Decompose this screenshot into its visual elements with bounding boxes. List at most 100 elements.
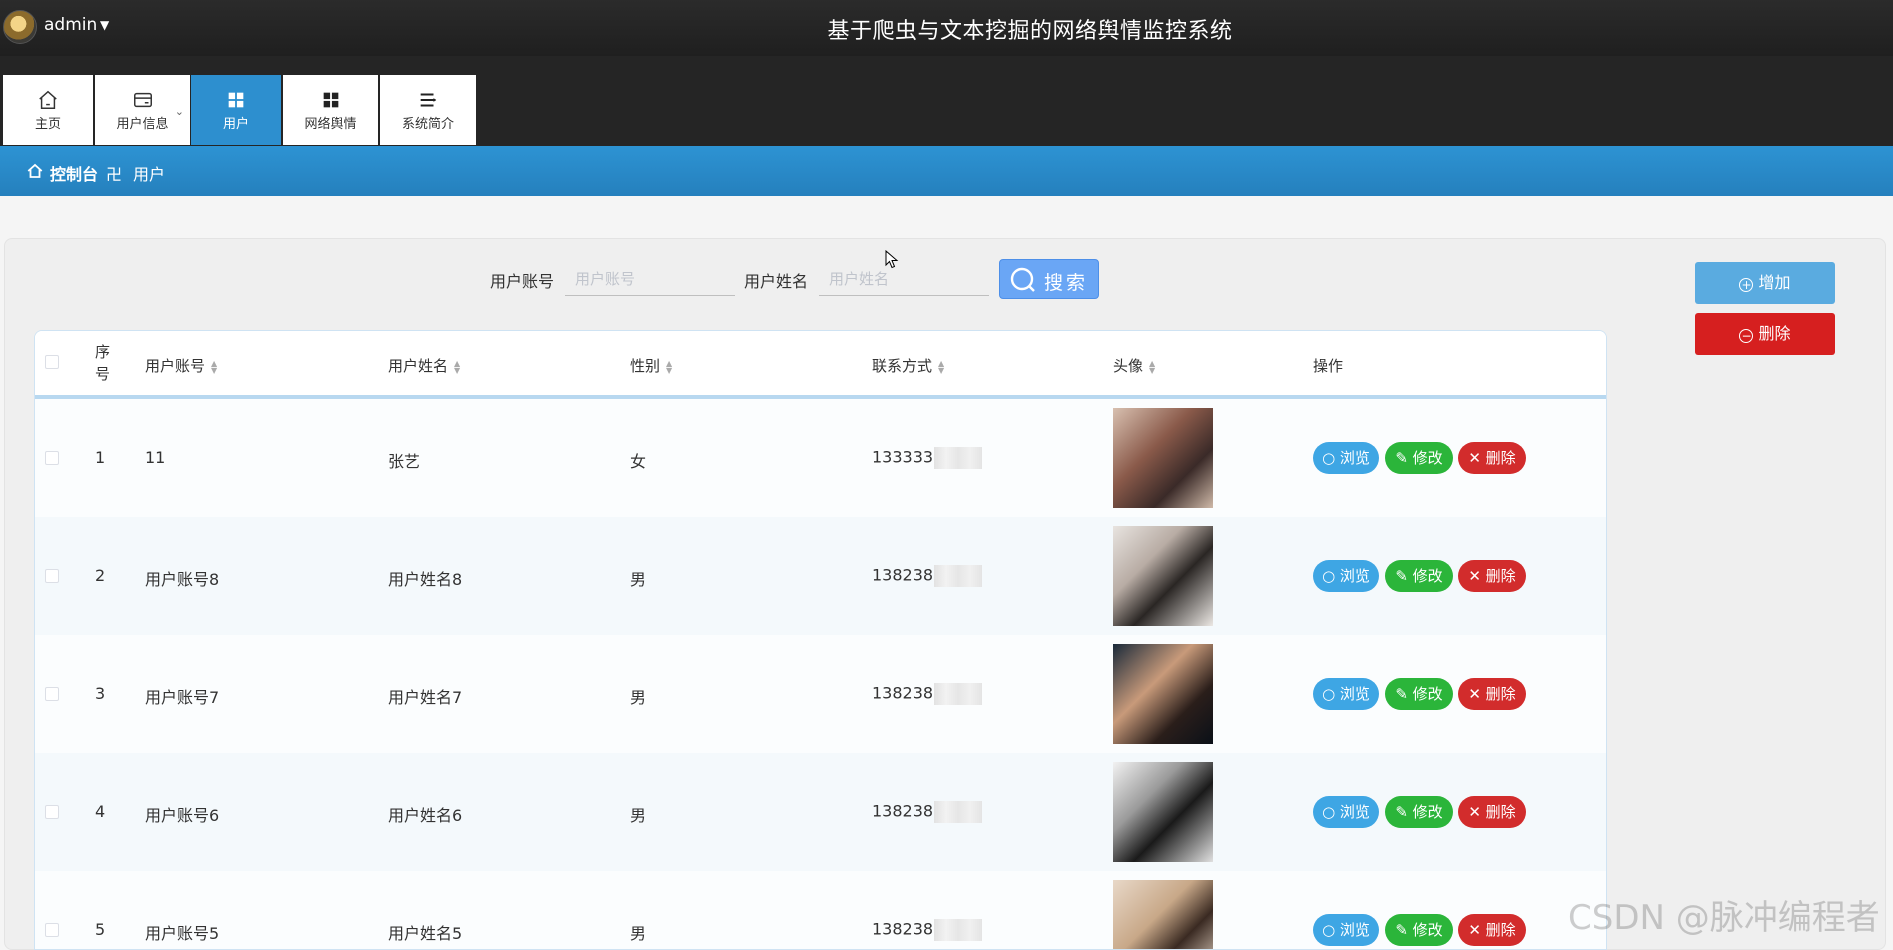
table-row: 5 用户账号5 用户姓名5 男 138238 ○ 浏览 ✎ 修改 ✕ 删除 <box>35 871 1606 949</box>
delete-button-label: 删除 <box>1485 685 1516 703</box>
table-header: 序号 用户账号 ▲ ▼ 用户姓名 ▲ ▼ 性别 ▲ ▼ 联系方式 ▲ ▼ 头像 ▲ ▼ 操作 <box>35 331 1606 399</box>
account-search-input[interactable] <box>565 262 735 296</box>
edit-button[interactable]: ✎ 修改 <box>1385 560 1453 592</box>
add-button[interactable]: + 增加 <box>1695 262 1835 304</box>
batch-delete-button[interactable]: − 删除 <box>1695 313 1835 355</box>
close-icon: ✕ <box>1468 921 1486 939</box>
row-name: 用户姓名8 <box>388 570 463 589</box>
row-checkbox[interactable] <box>45 923 59 937</box>
view-button[interactable]: ○ 浏览 <box>1313 914 1379 946</box>
avatar-photo <box>1113 644 1213 744</box>
nav-tab-public-opinion[interactable]: 网络舆情 <box>283 75 378 145</box>
watermark: CSDN @脉冲编程者 <box>1568 898 1880 938</box>
row-index: 3 <box>95 684 106 703</box>
delete-button[interactable]: ✕ 删除 <box>1458 678 1526 710</box>
name-search-input[interactable] <box>819 262 989 296</box>
nav-tab-user[interactable]: 用户 <box>191 75 281 145</box>
phone-redaction <box>934 801 983 823</box>
sort-icon[interactable]: ▲ ▼ <box>666 359 672 374</box>
table-row: 1 11 张艺女 133333 ○ 浏览 ✎ 修改 ✕ 删除 <box>35 399 1606 517</box>
nav-tab-label: 系统简介 <box>401 117 454 132</box>
nav-tab-home[interactable]: 主页 <box>3 75 93 145</box>
col-gender[interactable]: 性别 ▲ ▼ <box>630 355 672 376</box>
nav-tab-user-info[interactable]: 用户信息 ⌄ <box>95 75 190 145</box>
breadcrumb-home[interactable]: 控制台 <box>50 161 98 185</box>
col-avatar[interactable]: 头像 ▲ ▼ <box>1113 355 1155 376</box>
edit-icon: ✎ <box>1395 921 1413 939</box>
row-account: 用户账号7 <box>145 688 220 707</box>
delete-button[interactable]: ✕ 删除 <box>1458 442 1526 474</box>
col-account-label: 用户账号 <box>145 357 206 375</box>
edit-button-label: 修改 <box>1412 803 1443 821</box>
row-index: 2 <box>95 566 106 585</box>
table-row: 2 用户账号8 用户姓名8 男 138238 ○ 浏览 ✎ 修改 ✕ 删除 <box>35 517 1606 635</box>
search-icon: ○ <box>1322 803 1340 821</box>
nav-tab-label: 用户 <box>222 117 249 132</box>
delete-button-label: 删除 <box>1485 803 1516 821</box>
view-button[interactable]: ○ 浏览 <box>1313 678 1379 710</box>
edit-button[interactable]: ✎ 修改 <box>1385 914 1453 946</box>
col-account[interactable]: 用户账号 ▲ ▼ <box>145 355 217 376</box>
row-phone: 138238 <box>872 801 983 823</box>
row-phone: 133333 <box>872 447 983 469</box>
row-phone-text: 138238 <box>872 919 934 939</box>
sort-icon[interactable]: ▲ ▼ <box>1149 359 1155 374</box>
col-name[interactable]: 用户姓名 ▲ ▼ <box>388 355 460 376</box>
delete-button[interactable]: ✕ 删除 <box>1458 914 1526 946</box>
delete-button[interactable]: ✕ 删除 <box>1458 560 1526 592</box>
search-button[interactable]: 搜索 <box>999 259 1099 299</box>
view-button[interactable]: ○ 浏览 <box>1313 442 1379 474</box>
row-checkbox[interactable] <box>45 569 59 583</box>
row-phone-text: 138238 <box>872 683 934 703</box>
avatar-photo <box>1113 526 1213 626</box>
sort-icon[interactable]: ▲ ▼ <box>938 359 944 374</box>
edit-button[interactable]: ✎ 修改 <box>1385 678 1453 710</box>
row-name: 张艺 <box>388 452 421 471</box>
card-icon <box>133 92 152 108</box>
row-checkbox[interactable] <box>45 687 59 701</box>
view-button[interactable]: ○ 浏览 <box>1313 796 1379 828</box>
sort-icon[interactable]: ▲ ▼ <box>454 359 460 374</box>
edit-icon: ✎ <box>1395 685 1413 703</box>
col-actions: 操作 <box>1313 357 1344 375</box>
breadcrumb: 控制台 卍 用户 <box>0 146 1893 196</box>
avatar-photo <box>1113 880 1213 949</box>
row-gender: 男 <box>630 688 647 707</box>
view-button[interactable]: ○ 浏览 <box>1313 560 1379 592</box>
sort-icon[interactable]: ▲ ▼ <box>211 359 217 374</box>
home-icon <box>39 90 57 109</box>
edit-button[interactable]: ✎ 修改 <box>1385 796 1453 828</box>
row-gender: 男 <box>630 806 647 825</box>
search-icon <box>1010 267 1035 292</box>
row-account: 用户账号5 <box>145 924 220 943</box>
row-name: 用户姓名5 <box>388 924 463 943</box>
col-phone[interactable]: 联系方式 ▲ ▼ <box>872 355 944 376</box>
row-checkbox[interactable] <box>45 451 59 465</box>
add-button-label: 增加 <box>1758 273 1791 292</box>
phone-redaction <box>934 447 983 469</box>
minus-circle-icon: − <box>1739 329 1754 343</box>
view-button-label: 浏览 <box>1339 921 1370 939</box>
edit-button-label: 修改 <box>1412 449 1443 467</box>
grid-icon <box>323 92 338 108</box>
view-button-label: 浏览 <box>1339 449 1370 467</box>
nav-tab-system-intro[interactable]: 系统简介 <box>380 75 476 145</box>
edit-button-label: 修改 <box>1412 921 1443 939</box>
row-checkbox[interactable] <box>45 805 59 819</box>
row-account: 11 <box>145 448 166 467</box>
col-phone-label: 联系方式 <box>872 357 933 375</box>
edit-button[interactable]: ✎ 修改 <box>1385 442 1453 474</box>
edit-icon: ✎ <box>1395 803 1413 821</box>
home-icon <box>27 163 43 178</box>
edit-button-label: 修改 <box>1412 685 1443 703</box>
delete-button[interactable]: ✕ 删除 <box>1458 796 1526 828</box>
row-phone: 138238 <box>872 565 983 587</box>
edit-icon: ✎ <box>1395 449 1413 467</box>
search-icon: ○ <box>1322 449 1340 467</box>
row-account: 用户账号6 <box>145 806 220 825</box>
col-name-label: 用户姓名 <box>388 357 449 375</box>
nav-tab-label: 主页 <box>34 117 61 132</box>
row-index: 5 <box>95 920 106 939</box>
chevron-down-icon: ⌄ <box>174 105 184 118</box>
select-all-checkbox[interactable] <box>45 355 59 369</box>
